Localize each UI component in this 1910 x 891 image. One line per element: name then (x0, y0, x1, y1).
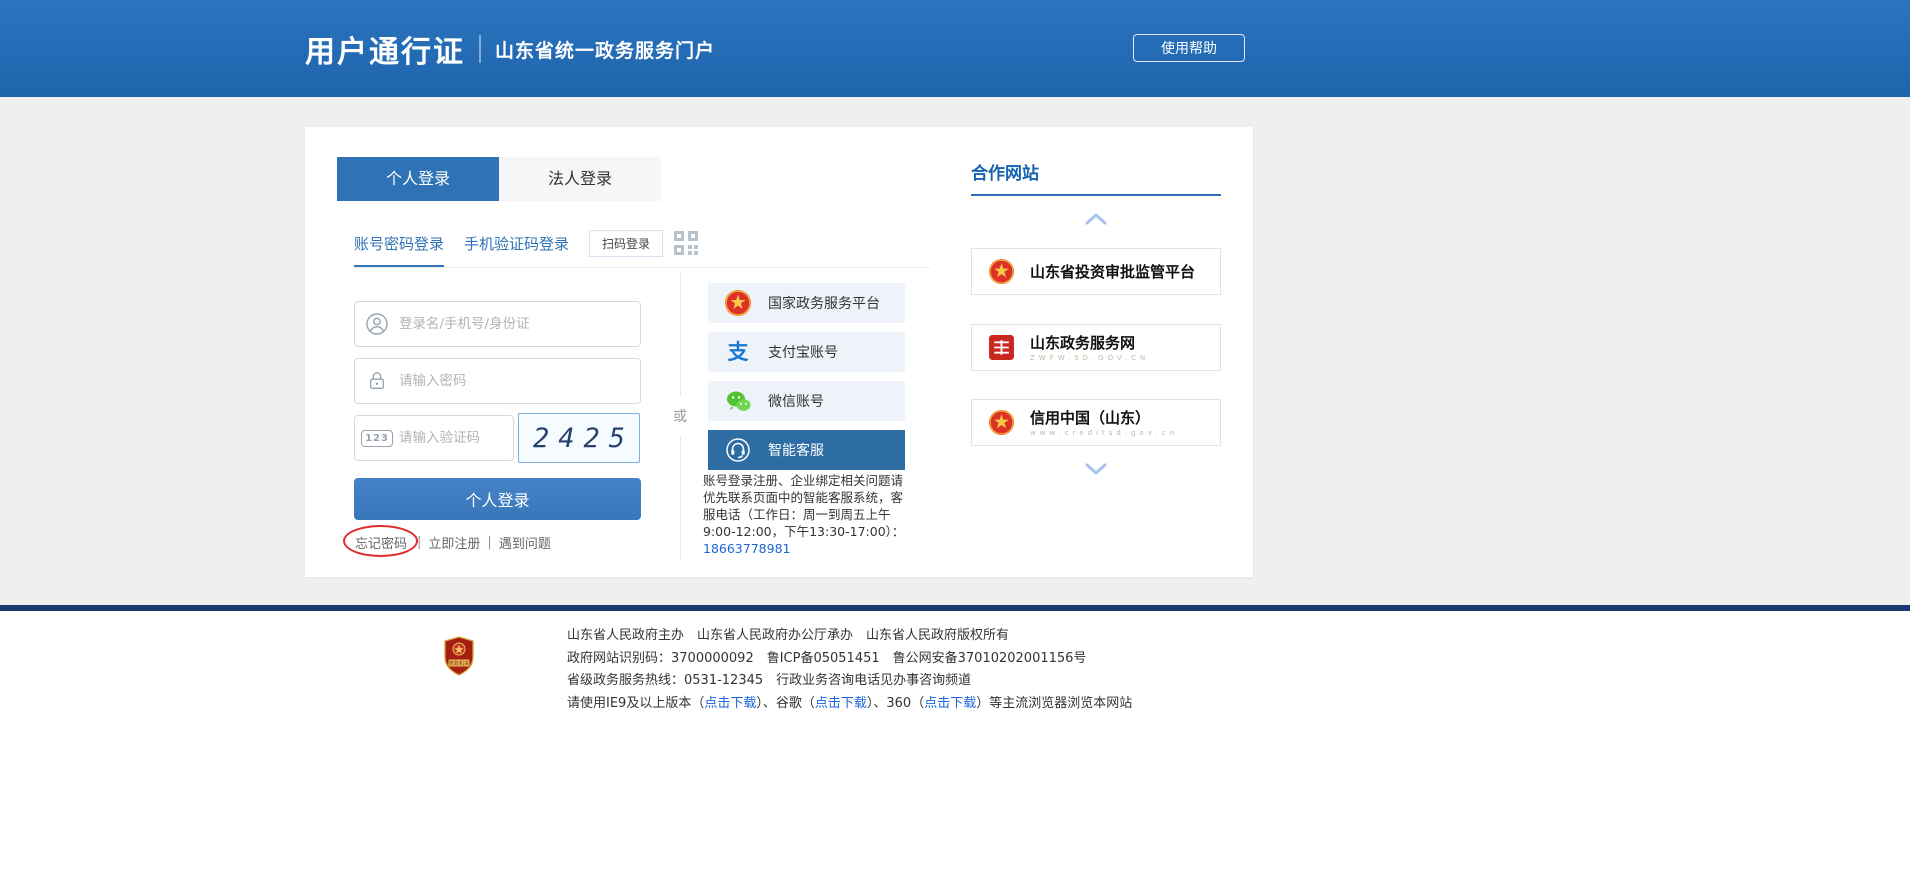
login-links: 忘记密码 | 立即注册 | 遇到问题 (352, 533, 551, 552)
third-party-label: 微信账号 (768, 391, 824, 411)
footer-line-2: 政府网站识别码：3700000092 鲁ICP备05051451 鲁公网安备37… (567, 648, 1132, 671)
footer-line-3: 省级政务服务热线：0531-12345 行政业务咨询电话见办事咨询频道 (567, 670, 1132, 693)
lock-icon (355, 370, 399, 392)
national-platform-login-button[interactable]: 国家政务服务平台 (708, 283, 905, 323)
service-notice-text: 账号登录注册、企业绑定相关问题请优先联系页面中的智能客服系统，客服电话（工作日：… (703, 473, 904, 539)
login-methods: 账号密码登录 手机验证码登录 扫码登录 (354, 227, 699, 259)
service-phone-link[interactable]: 18663778981 (703, 541, 790, 556)
divider-line (680, 436, 681, 560)
brand-divider (479, 35, 481, 63)
problem-link[interactable]: 遇到问题 (499, 533, 551, 552)
partner-card-credit[interactable]: 信用中国（山东） www.creditsd.gov.cn (971, 399, 1221, 446)
qr-code-icon[interactable] (673, 230, 699, 256)
third-party-label: 支付宝账号 (768, 342, 838, 362)
footer-text-block: 山东省人民政府主办 山东省人民政府办公厅承办 山东省人民政府版权所有 政府网站识… (567, 625, 1132, 715)
service-notice: 账号登录注册、企业绑定相关问题请优先联系页面中的智能客服系统，客服电话（工作日：… (703, 472, 915, 557)
partner-name: 山东政务服务网 (1030, 334, 1149, 352)
password-input[interactable] (399, 359, 640, 403)
government-badge-icon: 党政机关 (443, 636, 475, 680)
svg-text:党政机关: 党政机关 (449, 659, 470, 667)
footer-line-4: 请使用IE9及以上版本（点击下载）、谷歌（点击下载）、360（点击下载）等主流浏… (567, 693, 1132, 716)
partner-name: 信用中国（山东） (1030, 409, 1178, 427)
method-qr-login[interactable]: 扫码登录 (589, 230, 663, 257)
methods-divider (354, 267, 930, 268)
link-separator: | (417, 535, 421, 550)
tab-personal-login[interactable]: 个人登录 (337, 157, 499, 201)
third-party-label: 国家政务服务平台 (768, 293, 880, 313)
partner-name: 山东省投资审批监管平台 (1030, 263, 1195, 281)
partner-card-investment[interactable]: 山东省投资审批监管平台 (971, 248, 1221, 295)
seal-icon (972, 334, 1030, 361)
footer-text: ）、360（ (867, 696, 924, 711)
download-link-360[interactable]: 点击下载 (924, 696, 976, 711)
register-link[interactable]: 立即注册 (428, 533, 480, 552)
help-button[interactable]: 使用帮助 (1133, 34, 1245, 62)
partner-subtitle: ZWFW.SD.GOV.CN (1030, 354, 1149, 362)
wechat-login-button[interactable]: 微信账号 (708, 381, 905, 421)
tab-corporate-login[interactable]: 法人登录 (499, 157, 661, 201)
footer-line-1: 山东省人民政府主办 山东省人民政府办公厅承办 山东省人民政府版权所有 (567, 625, 1132, 648)
header: 用户通行证 山东省统一政务服务门户 使用帮助 (0, 0, 1910, 97)
headset-icon (708, 437, 768, 463)
captcha-input[interactable] (399, 416, 513, 460)
personal-login-button[interactable]: 个人登录 (354, 478, 641, 520)
chevron-up-icon (1085, 212, 1107, 225)
national-emblem-icon (972, 258, 1030, 285)
method-sms-login[interactable]: 手机验证码登录 (464, 233, 569, 254)
login-card: 个人登录 法人登录 账号密码登录 手机验证码登录 扫码登录 (305, 127, 1253, 577)
user-icon (355, 312, 399, 336)
alipay-icon: 支 (708, 342, 768, 363)
partners-title: 合作网站 (971, 159, 1039, 184)
username-field[interactable] (354, 301, 641, 347)
password-field[interactable] (354, 358, 641, 404)
captcha-field[interactable]: 123 (354, 415, 514, 461)
or-text: 或 (673, 396, 687, 436)
footer-text: ）、谷歌（ (756, 696, 815, 711)
chevron-down-icon (1085, 463, 1107, 476)
forgot-password-link[interactable]: 忘记密码 (355, 537, 407, 552)
national-emblem-icon (972, 409, 1030, 436)
third-party-label: 智能客服 (768, 440, 824, 460)
wechat-icon (708, 388, 768, 415)
page-title: 用户通行证 (305, 27, 465, 71)
username-input[interactable] (399, 302, 640, 346)
partners-underline (971, 194, 1221, 196)
captcha-image[interactable]: 2425 (518, 413, 640, 463)
footer-text: 请使用IE9及以上版本（ (567, 696, 704, 711)
digits-icon: 123 (355, 430, 399, 447)
footer: 党政机关 山东省人民政府主办 山东省人民政府办公厅承办 山东省人民政府版权所有 … (0, 611, 1910, 891)
brand: 用户通行证 山东省统一政务服务门户 (305, 27, 715, 71)
download-link-chrome[interactable]: 点击下载 (815, 696, 867, 711)
scroll-up-button[interactable] (1082, 210, 1110, 226)
national-emblem-icon (708, 289, 768, 317)
partner-card-zwfw[interactable]: 山东政务服务网 ZWFW.SD.GOV.CN (971, 324, 1221, 371)
brand-subtitle: 山东省统一政务服务门户 (495, 36, 715, 63)
partner-subtitle: www.creditsd.gov.cn (1030, 429, 1178, 437)
footer-text: ）等主流浏览器浏览本网站 (976, 696, 1132, 711)
smart-service-button[interactable]: 智能客服 (708, 430, 905, 470)
method-password-login[interactable]: 账号密码登录 (354, 233, 444, 254)
download-link-ie[interactable]: 点击下载 (704, 696, 756, 711)
alipay-login-button[interactable]: 支 支付宝账号 (708, 332, 905, 372)
page: 用户通行证 山东省统一政务服务门户 使用帮助 个人登录 法人登录 账号密码登录 … (0, 0, 1910, 891)
divider-line (680, 272, 681, 396)
or-divider: 或 (666, 272, 694, 560)
scroll-down-button[interactable] (1082, 461, 1110, 477)
link-separator: | (487, 535, 491, 550)
